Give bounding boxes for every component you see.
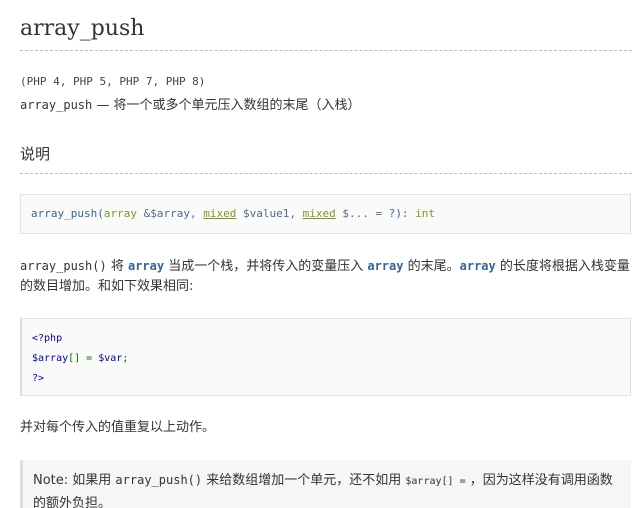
synopsis-return-type[interactable]: int (415, 207, 435, 220)
section-title-description: 说明 (20, 145, 51, 163)
ref-description: 将一个或多个单元压入数组的末尾（入栈） (113, 98, 361, 113)
synopsis-type-mixed-1[interactable]: mixed (203, 207, 236, 220)
para-text-1: 将 (106, 259, 128, 274)
code-var-array: $array (32, 353, 69, 364)
ref-function-name: array_push (20, 98, 93, 112)
php-versions: (PHP 4, PHP 5, PHP 7, PHP 8) (20, 75, 206, 88)
para-text-2: 当成一个栈，并将传入的变量压入 (164, 259, 368, 274)
code-assign-op: [] = (68, 353, 99, 364)
synopsis-type-array[interactable]: array (104, 207, 137, 220)
ref-purpose: array_push — 将一个或多个单元压入数组的末尾（入栈） (20, 94, 361, 113)
para-param-array-1: array (127, 259, 165, 273)
para-text-3: 的末尾。 (403, 259, 460, 274)
code-line-1: <?php (32, 329, 620, 349)
note-label: Note: 如果用 (33, 473, 116, 488)
synopsis-open-paren: ( (97, 207, 104, 220)
page-title: array_push (20, 16, 145, 41)
synopsis-type-mixed-2[interactable]: mixed (303, 207, 336, 220)
note-box: Note: 如果用 array_push() 来给数组增加一个单元，还不如用 $… (20, 460, 631, 508)
section-divider (20, 173, 632, 174)
synopsis-comma-1: , (189, 207, 204, 220)
synopsis-close-paren: ): (395, 207, 416, 220)
synopsis-comma-2: , (289, 207, 303, 220)
note-code: $array[] = (405, 476, 466, 487)
code-line-2: $array[] = $var; (32, 349, 620, 369)
code-example: <?php $array[] = $var; ?> (20, 318, 631, 396)
note-text-1: 来给数组增加一个单元，还不如用 (202, 473, 406, 488)
synopsis-param-array: &$array (136, 207, 190, 220)
title-divider (20, 50, 632, 51)
para-param-array-2: array (367, 259, 404, 273)
para-function-name: array_push() (20, 259, 107, 273)
doc-page: array_push (PHP 4, PHP 5, PHP 7, PHP 8) … (0, 0, 633, 508)
repeat-paragraph: 并对每个传入的值重复以上动作。 (20, 420, 216, 435)
code-open-tag: <?php (32, 333, 63, 344)
note-function-name: array_push() (115, 473, 203, 487)
synopsis-param-rest: $... = ? (335, 207, 396, 220)
code-line-3: ?> (32, 369, 620, 389)
method-synopsis: array_push(array &$array, mixed $value1,… (20, 194, 631, 234)
ref-dash: — (92, 98, 114, 113)
code-close-tag: ?> (32, 373, 45, 384)
para-param-array-3: array (459, 259, 496, 273)
description-paragraph: array_push() 将 array 当成一个栈，并将传入的变量压入 arr… (20, 256, 632, 297)
code-var-var: $var (98, 353, 123, 364)
synopsis-param-value1: $value1 (236, 207, 290, 220)
code-semicolon: ; (122, 353, 129, 364)
synopsis-function: array_push (31, 207, 98, 220)
